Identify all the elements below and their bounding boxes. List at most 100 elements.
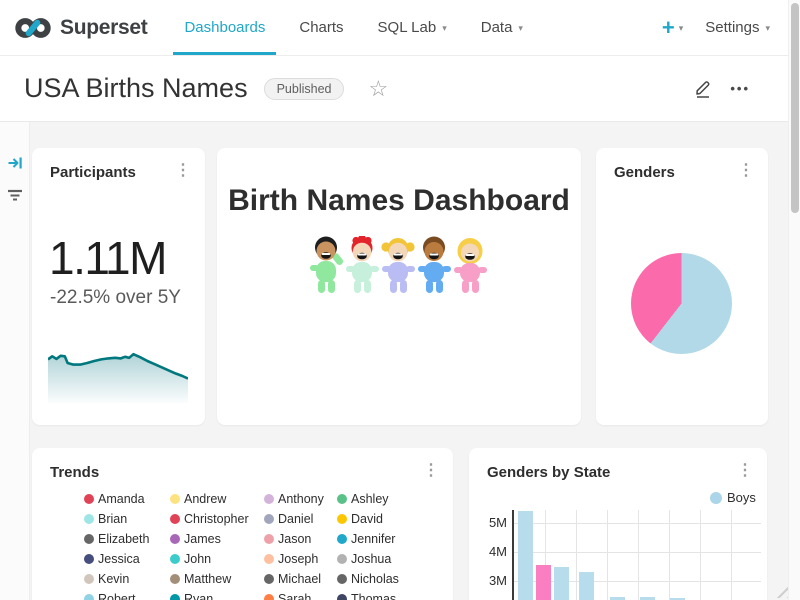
legend-item-nicholas[interactable]: Nicholas xyxy=(337,569,447,589)
legend-item-anthony[interactable]: Anthony xyxy=(264,489,337,509)
nav-item-dashboards[interactable]: Dashboards xyxy=(167,0,282,55)
legend-dot xyxy=(84,554,94,564)
legend-label: Matthew xyxy=(184,572,231,586)
markdown-header-card: Birth Names Dashboard xyxy=(217,148,581,425)
bar[interactable] xyxy=(579,572,594,600)
caret-down-icon: ▾ xyxy=(765,23,770,34)
legend-item-thomas[interactable]: Thomas xyxy=(337,589,447,600)
legend-label: Jason xyxy=(278,532,311,546)
legend-item-elizabeth[interactable]: Elizabeth xyxy=(84,529,170,549)
dashboard-heading: Birth Names Dashboard xyxy=(217,184,581,218)
legend-dot xyxy=(170,574,180,584)
legend-dot xyxy=(264,534,274,544)
settings-menu[interactable]: Settings ▾ xyxy=(705,19,770,36)
legend-dot xyxy=(170,554,180,564)
card-title: Genders by State xyxy=(487,464,610,481)
scrollbar-thumb[interactable] xyxy=(791,3,799,213)
legend-label: Michael xyxy=(278,572,321,586)
filter-icon[interactable] xyxy=(7,188,23,203)
legend-item-ashley[interactable]: Ashley xyxy=(337,489,447,509)
legend-dot xyxy=(337,534,347,544)
participants-card: Participants ⋮ 1.11M -22.5% over 5Y xyxy=(32,148,205,425)
legend-item-joseph[interactable]: Joseph xyxy=(264,549,337,569)
boys-legend-dot xyxy=(710,492,722,504)
legend-item-jessica[interactable]: Jessica xyxy=(84,549,170,569)
settings-label: Settings xyxy=(705,19,759,36)
legend-item-michael[interactable]: Michael xyxy=(264,569,337,589)
kebab-menu-icon[interactable]: ⋮ xyxy=(423,464,439,478)
legend-dot xyxy=(337,574,347,584)
vertical-scrollbar[interactable] xyxy=(788,0,800,600)
legend-label: James xyxy=(184,532,221,546)
legend-dot xyxy=(264,494,274,504)
card-head: Participants ⋮ xyxy=(32,148,205,181)
caret-down-icon: ▾ xyxy=(679,23,684,34)
nav-label: Data xyxy=(481,19,513,36)
plus-icon: + xyxy=(662,17,675,39)
nav-item-sql-lab[interactable]: SQL Lab ▾ xyxy=(361,0,464,55)
brand-name: Superset xyxy=(60,16,147,40)
favorite-star-icon[interactable]: ☆ xyxy=(368,78,388,100)
caret-down-icon: ▾ xyxy=(518,23,523,34)
title-actions: ••• xyxy=(694,79,776,98)
legend-item-amanda[interactable]: Amanda xyxy=(84,489,170,509)
expand-filter-bar-icon[interactable] xyxy=(7,155,23,171)
legend-item-brian[interactable]: Brian xyxy=(84,509,170,529)
legend-dot xyxy=(84,574,94,584)
legend-item-john[interactable]: John xyxy=(170,549,264,569)
legend-label: Joshua xyxy=(351,552,391,566)
legend-label: Daniel xyxy=(278,512,313,526)
trends-card: Trends ⋮ AmandaAndrewAnthonyAshleyBrianC… xyxy=(32,448,453,600)
legend-item-david[interactable]: David xyxy=(337,509,447,529)
kebab-menu-icon[interactable]: ⋮ xyxy=(737,464,753,478)
legend-dot xyxy=(84,594,94,600)
card-title: Genders xyxy=(614,164,675,181)
legend-label: Ashley xyxy=(351,492,389,506)
legend-item-robert[interactable]: Robert xyxy=(84,589,170,600)
nav-item-data[interactable]: Data ▾ xyxy=(464,0,540,55)
genders-card: Genders ⋮ xyxy=(596,148,768,425)
bar[interactable] xyxy=(518,511,533,600)
legend-item-kevin[interactable]: Kevin xyxy=(84,569,170,589)
legend-item-matthew[interactable]: Matthew xyxy=(170,569,264,589)
legend-label: Jennifer xyxy=(351,532,395,546)
superset-logo[interactable]: Superset xyxy=(14,0,147,55)
kebab-menu-icon[interactable]: ⋮ xyxy=(738,164,754,178)
legend-item-boys[interactable]: Boys xyxy=(710,490,756,505)
bar[interactable] xyxy=(554,567,569,600)
dashboard-title: USA Births Names xyxy=(24,73,248,104)
legend-item-jennifer[interactable]: Jennifer xyxy=(337,529,447,549)
nav-label: SQL Lab xyxy=(378,19,437,36)
dashboard-header: USA Births Names Published ☆ ••• xyxy=(0,56,800,122)
published-badge[interactable]: Published xyxy=(264,78,345,100)
legend-item-jason[interactable]: Jason xyxy=(264,529,337,549)
legend-label: John xyxy=(184,552,211,566)
new-item-button[interactable]: + ▾ xyxy=(662,17,683,39)
legend-item-sarah[interactable]: Sarah xyxy=(264,589,337,600)
legend-dot xyxy=(337,594,347,600)
legend-label: Anthony xyxy=(278,492,324,506)
superset-app: Superset Dashboards Charts SQL Lab ▾ Dat… xyxy=(0,0,800,600)
more-actions-icon[interactable]: ••• xyxy=(730,81,750,96)
edit-pencil-icon[interactable] xyxy=(694,79,712,98)
legend-item-james[interactable]: James xyxy=(170,529,264,549)
bar[interactable] xyxy=(536,565,551,600)
genders-pie[interactable] xyxy=(631,253,732,354)
legend-item-daniel[interactable]: Daniel xyxy=(264,509,337,529)
y-tick-label: 5M xyxy=(477,515,507,530)
y-tick-label: 4M xyxy=(477,544,507,559)
legend-label: Joseph xyxy=(278,552,318,566)
legend-item-andrew[interactable]: Andrew xyxy=(170,489,264,509)
legend-dot xyxy=(170,594,180,600)
kebab-menu-icon[interactable]: ⋮ xyxy=(175,164,191,178)
h-gridline xyxy=(514,581,761,582)
legend-dot xyxy=(170,494,180,504)
nav-item-charts[interactable]: Charts xyxy=(282,0,360,55)
legend-item-christopher[interactable]: Christopher xyxy=(170,509,264,529)
legend-item-ryan[interactable]: Ryan xyxy=(170,589,264,600)
children-illustration xyxy=(309,236,489,298)
legend-label: Robert xyxy=(98,592,136,600)
legend-dot xyxy=(337,554,347,564)
legend-item-joshua[interactable]: Joshua xyxy=(337,549,447,569)
legend-dot xyxy=(84,494,94,504)
